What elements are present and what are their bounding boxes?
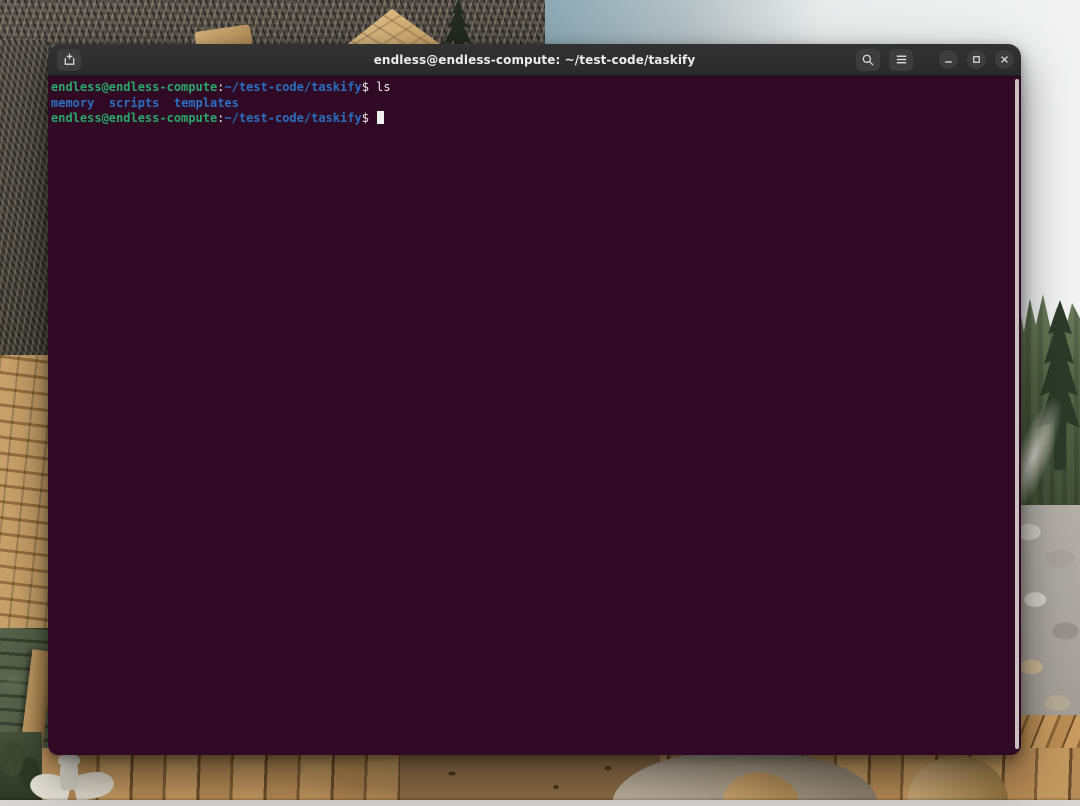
terminal-text-segment [159, 96, 173, 110]
minimize-button[interactable] [939, 50, 958, 69]
wallpaper-bird-sculpture [30, 756, 116, 802]
maximize-icon [971, 54, 982, 65]
new-tab-button[interactable] [57, 49, 81, 71]
terminal-text-segment [94, 96, 108, 110]
bird-right-wing [72, 768, 117, 802]
hamburger-menu-icon [895, 53, 908, 66]
menu-button[interactable] [889, 49, 913, 71]
terminal-text-segment: $ [362, 111, 376, 125]
search-button[interactable] [856, 49, 880, 71]
maximize-button[interactable] [967, 50, 986, 69]
terminal-window: endless@endless-compute: ~/test-code/tas… [48, 44, 1021, 755]
wallpaper-left-branches [0, 40, 48, 370]
terminal-text-segment: ~/test-code/taskify [224, 80, 361, 94]
tab-new-icon [62, 52, 77, 67]
terminal-text-segment: ls [376, 80, 390, 94]
terminal-line: endless@endless-compute:~/test-code/task… [51, 80, 1013, 96]
close-icon [999, 54, 1010, 65]
terminal-text-segment: $ [362, 80, 376, 94]
close-button[interactable] [995, 50, 1014, 69]
bottom-panel-edge [0, 800, 1080, 806]
minimize-icon [943, 54, 954, 65]
bird-head [58, 754, 80, 766]
terminal-content[interactable]: endless@endless-compute:~/test-code/task… [48, 76, 1021, 755]
terminal-text-segment: ~/test-code/taskify [224, 111, 361, 125]
terminal-lines: endless@endless-compute:~/test-code/task… [51, 80, 1013, 127]
terminal-line: memory scripts templates [51, 96, 1013, 112]
terminal-line: endless@endless-compute:~/test-code/task… [51, 111, 1013, 127]
terminal-text-segment: endless@endless-compute [51, 80, 217, 94]
wallpaper-left-shingles [0, 355, 48, 645]
search-icon [861, 53, 875, 67]
terminal-text-segment: memory [51, 96, 94, 110]
wallpaper-right-rocks [1014, 505, 1080, 730]
terminal-text-segment: templates [174, 96, 239, 110]
terminal-cursor [377, 111, 384, 124]
terminal-titlebar[interactable]: endless@endless-compute: ~/test-code/tas… [48, 44, 1021, 76]
terminal-text-segment: scripts [109, 96, 160, 110]
terminal-text-segment: endless@endless-compute [51, 111, 217, 125]
terminal-scrollbar[interactable] [1015, 79, 1019, 749]
